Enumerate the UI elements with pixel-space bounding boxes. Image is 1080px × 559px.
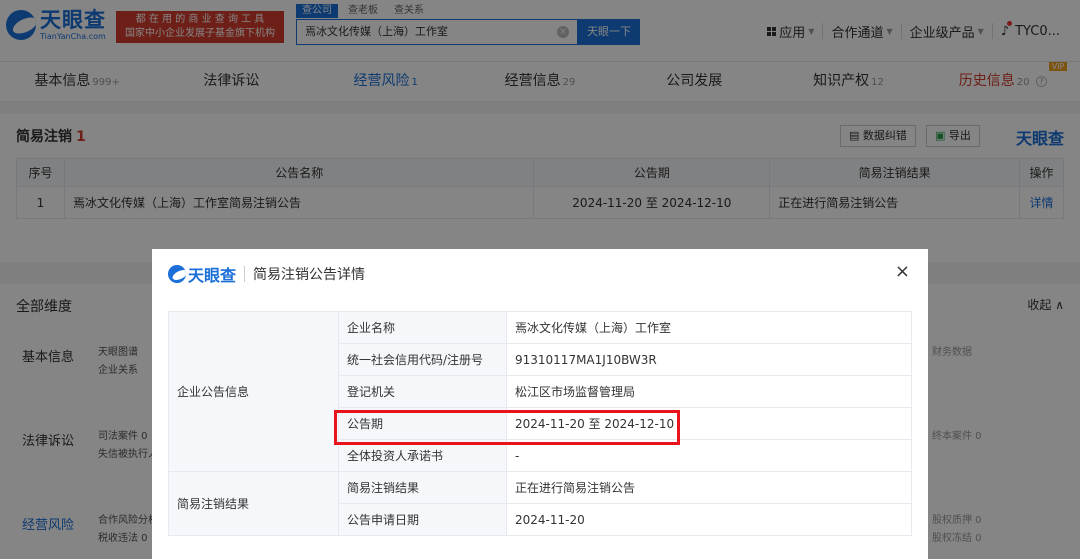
logo-eye-icon: [168, 265, 186, 283]
group-label-result: 简易注销结果: [168, 471, 339, 536]
field-value-credit-code: 91310117MA1J10BW3R: [506, 343, 912, 376]
field-value-registry: 松江区市场监督管理局: [506, 375, 912, 408]
divider: [244, 266, 246, 282]
field-label: 公告申请日期: [338, 503, 507, 536]
modal-header: 天眼查 简易注销公告详情 ×: [152, 249, 928, 297]
field-label: 登记机关: [338, 375, 507, 408]
field-label: 简易注销结果: [338, 471, 507, 504]
announcement-detail-modal: 天眼查 简易注销公告详情 × 企业公告信息 企业名称 焉冰文化传媒（上海）工作室…: [152, 249, 928, 559]
field-label: 企业名称: [338, 311, 507, 344]
modal-title: 简易注销公告详情: [253, 267, 366, 283]
group-label-notice-info: 企业公告信息: [168, 311, 339, 472]
table-row: 简易注销结果 简易注销结果 正在进行简易注销公告: [168, 471, 912, 536]
field-label: 统一社会信用代码/注册号: [338, 343, 507, 376]
field-value-apply-date: 2024-11-20: [506, 503, 912, 536]
field-value-company-name: 焉冰文化传媒（上海）工作室: [506, 311, 912, 344]
field-value-result: 正在进行简易注销公告: [506, 471, 912, 504]
close-icon[interactable]: ×: [895, 261, 910, 282]
highlight-box: [334, 410, 680, 445]
modal-brand: 天眼查: [188, 266, 237, 285]
table-row: 企业公告信息 企业名称 焉冰文化传媒（上海）工作室: [168, 311, 912, 472]
